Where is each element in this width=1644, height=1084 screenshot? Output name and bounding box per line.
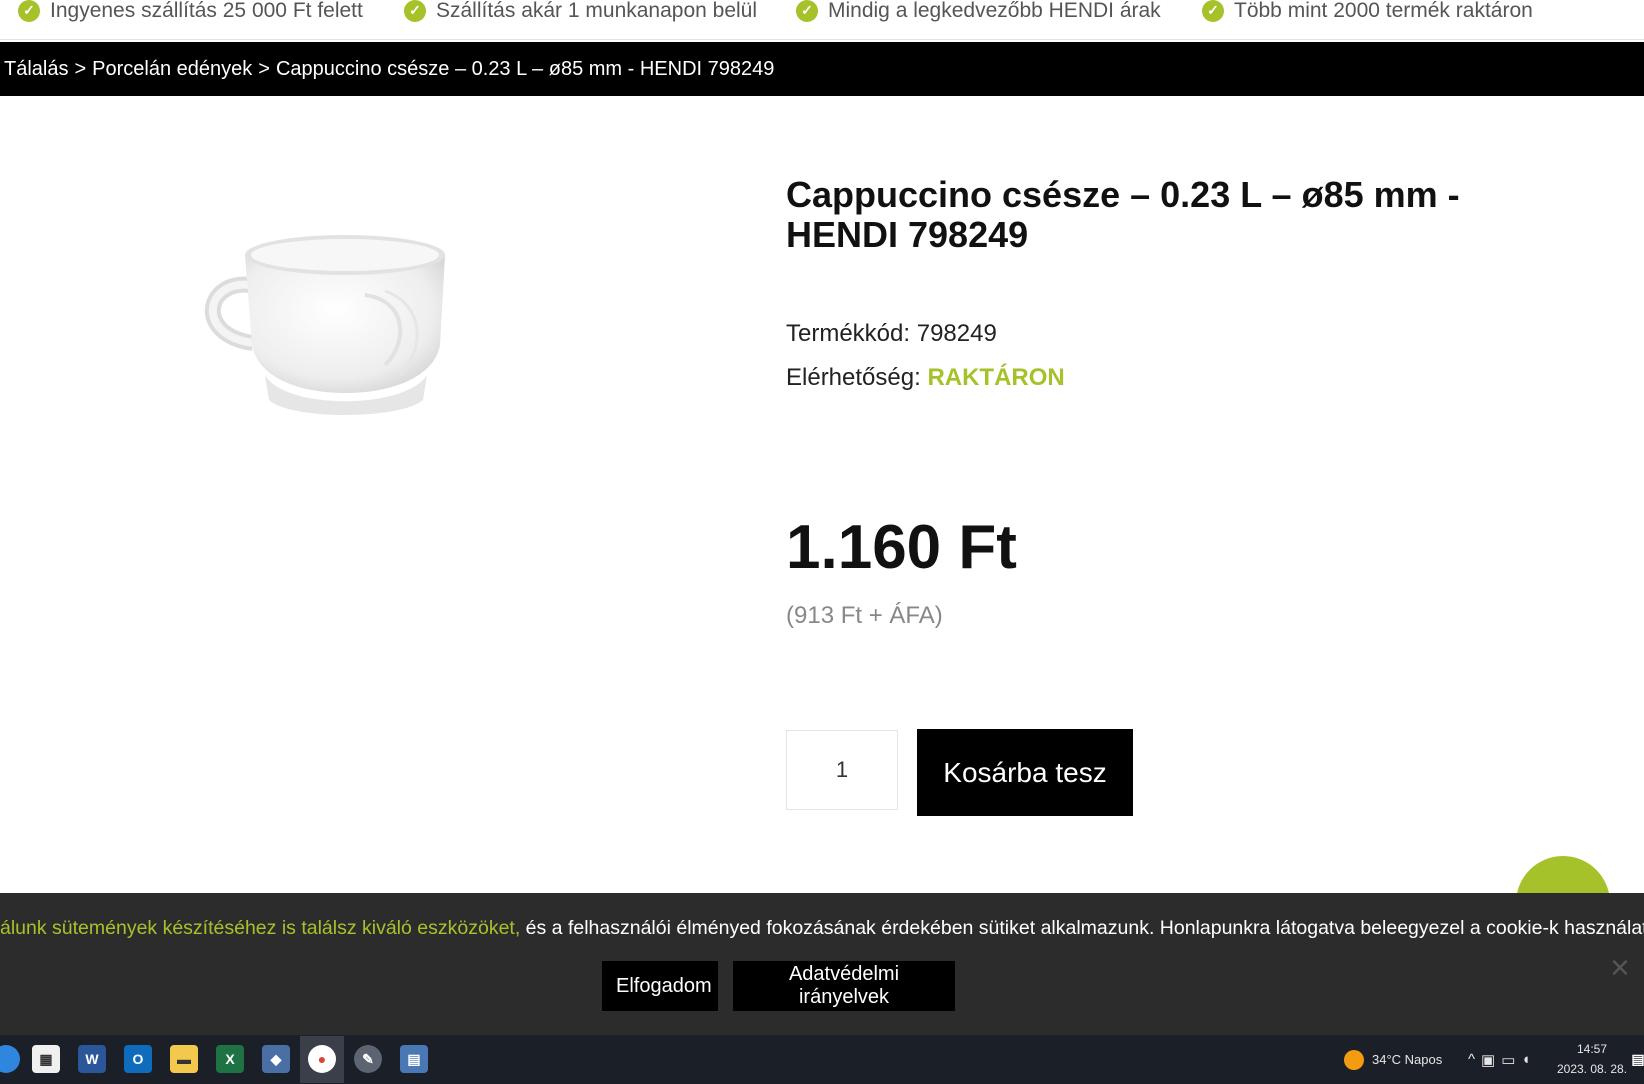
breadcrumb: Tálalás > Porcelán edények > Cappuccino … (0, 42, 1644, 96)
close-icon[interactable]: × (1610, 949, 1630, 988)
product-image[interactable] (195, 225, 455, 435)
availability-status: RAKTÁRON (927, 364, 1065, 391)
product-net-price: (913 Ft + ÁFA) (786, 602, 943, 629)
cookie-text-highlight[interactable]: álunk sütemények készítéséhez is találsz… (0, 917, 520, 939)
calculator-icon[interactable]: ▤ (400, 1045, 428, 1073)
breadcrumb-link-talalas[interactable]: Tálalás (4, 58, 68, 81)
clock-date: 2023. 08. 28. (1556, 1062, 1628, 1076)
check-icon: ✓ (796, 0, 818, 22)
taskbar: ▦ W O ▬ X ◆ ● ✎ ▤ 34°C Napos ^ ▣ ▭ ◖ 14:… (0, 1035, 1644, 1084)
benefit-item: ✓ Mindig a legkedvezőbb HENDI árak (796, 0, 1161, 23)
clock[interactable]: 14:57 2023. 08. 28. (1552, 1039, 1632, 1079)
check-icon: ✓ (1202, 0, 1224, 22)
clock-time: 14:57 (1576, 1042, 1608, 1056)
benefit-item: ✓ Szállítás akár 1 munkanapon belül (404, 0, 757, 23)
quantity-input[interactable] (786, 730, 898, 810)
tool-icon[interactable]: ✎ (354, 1045, 382, 1073)
chevron-up-icon[interactable]: ^ (1468, 1051, 1481, 1068)
breadcrumb-separator: > (258, 57, 270, 80)
breadcrumb-separator: > (74, 57, 87, 80)
cookie-accept-button[interactable]: Elfogadom (602, 961, 718, 1011)
folder-icon[interactable]: ▬ (170, 1045, 198, 1073)
breadcrumb-link-porcelan[interactable]: Porcelán edények (92, 58, 252, 81)
add-to-cart-button[interactable]: Kosárba tesz (917, 729, 1133, 816)
product-price: 1.160 Ft (786, 513, 1017, 582)
benefit-text: Több mint 2000 termék raktáron (1234, 0, 1533, 22)
benefit-item: ✓ Ingyenes szállítás 25 000 Ft felett (18, 0, 363, 23)
check-icon: ✓ (18, 0, 40, 22)
network-icon[interactable]: ▣ (1481, 1051, 1501, 1069)
weather-widget[interactable]: 34°C Napos (1344, 1035, 1442, 1084)
benefit-text: Szállítás akár 1 munkanapon belül (436, 0, 758, 22)
sun-icon (1344, 1049, 1364, 1070)
privacy-policy-button[interactable]: Adatvédelmi irányelvek (733, 961, 955, 1011)
outlook-icon[interactable]: O (124, 1045, 152, 1073)
product-code-label: Termékkód: (786, 320, 911, 347)
benefit-item: ✓ Több mint 2000 termék raktáron (1202, 0, 1533, 23)
check-icon: ✓ (404, 0, 426, 22)
availability-label: Elérhetőség: (786, 364, 921, 391)
display-icon[interactable]: ▭ (1501, 1051, 1521, 1069)
cookie-banner: álunk sütemények készítéséhez is találsz… (0, 893, 1644, 1035)
benefit-text: Mindig a legkedvezőbb HENDI árak (828, 0, 1161, 22)
word-icon[interactable]: W (78, 1045, 106, 1073)
excel-icon[interactable]: X (216, 1045, 244, 1073)
benefits-bar: ✓ Ingyenes szállítás 25 000 Ft felett ✓ … (0, 0, 1644, 40)
store-icon[interactable]: ▦ (32, 1045, 60, 1073)
chrome-icon[interactable]: ● (308, 1045, 336, 1073)
app-icon[interactable]: ◆ (262, 1045, 290, 1073)
weather-text: 34°C Napos (1372, 1052, 1443, 1067)
availability-row: Elérhetőség: RAKTÁRON (786, 356, 1065, 400)
system-tray[interactable]: ^ ▣ ▭ ◖ (1468, 1035, 1536, 1084)
product-code: 798249 (916, 320, 997, 347)
benefit-text: Ingyenes szállítás 25 000 Ft felett (50, 0, 363, 22)
product-title: Cappuccino csésze – 0.23 L – ø85 mm - HE… (786, 174, 1460, 255)
breadcrumb-current: Cappuccino csésze – 0.23 L – ø85 mm - HE… (275, 57, 775, 80)
cookie-text-rest: és a felhasználói élményed fokozásának é… (520, 917, 1644, 939)
browser-icon[interactable] (0, 1045, 20, 1073)
notification-icon[interactable]: ▤ (1631, 1045, 1644, 1073)
cookie-text: álunk sütemények készítéséhez is találsz… (0, 917, 1644, 940)
volume-icon[interactable]: ◖ (1521, 1051, 1536, 1068)
product-code-row: Termékkód: 798249 (786, 312, 1065, 356)
product-meta: Termékkód: 798249 Elérhetőség: RAKTÁRON (786, 312, 1065, 400)
